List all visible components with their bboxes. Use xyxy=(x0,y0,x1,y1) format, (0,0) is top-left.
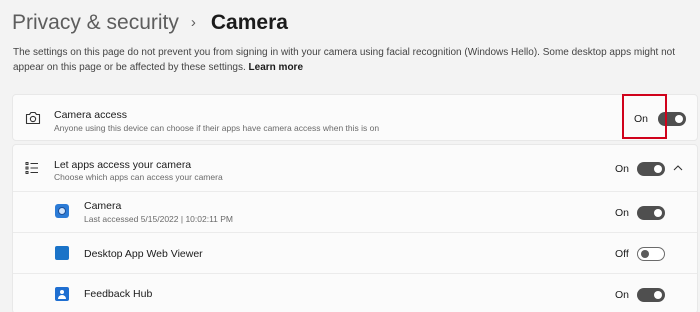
list-icon xyxy=(25,162,38,174)
feedback-hub-icon xyxy=(55,287,69,301)
camera-app-icon xyxy=(55,204,69,218)
breadcrumb: Privacy & security › Camera xyxy=(12,9,288,37)
let-apps-subtitle: Choose which apps can access your camera xyxy=(54,172,223,182)
apps-access-card: Let apps access your camera Choose which… xyxy=(12,144,698,312)
camera-access-card: Camera access Anyone using this device c… xyxy=(12,94,698,141)
camera-access-title: Camera access xyxy=(54,109,127,121)
app-last-accessed: Last accessed 5/15/2022 | 10:02:11 PM xyxy=(84,214,234,224)
learn-more-link[interactable]: Learn more xyxy=(249,62,303,73)
feedback-hub-toggle[interactable] xyxy=(637,288,665,302)
highlight-box xyxy=(622,94,667,139)
app-state: Off xyxy=(615,248,629,260)
let-apps-title: Let apps access your camera xyxy=(54,159,192,171)
description-text: The settings on this page do not prevent… xyxy=(13,47,676,73)
app-row-feedback-hub: Feedback Hub On xyxy=(13,274,697,312)
camera-app-toggle[interactable] xyxy=(637,206,665,220)
camera-access-subtitle: Anyone using this device can choose if t… xyxy=(54,123,380,133)
app-name: Desktop App Web Viewer xyxy=(84,248,203,260)
breadcrumb-separator: › xyxy=(190,14,196,31)
app-row-camera: Camera Last accessed 5/15/2022 | 10:02:1… xyxy=(13,192,697,232)
app-name: Camera xyxy=(84,200,122,212)
let-apps-state: On xyxy=(615,163,630,175)
let-apps-header[interactable]: Let apps access your camera Choose which… xyxy=(13,145,697,191)
app-row-web-viewer: Desktop App Web Viewer Off xyxy=(13,233,697,273)
app-state: On xyxy=(615,289,630,301)
page-title: Camera xyxy=(210,11,288,34)
camera-icon xyxy=(25,111,41,125)
let-apps-toggle[interactable] xyxy=(637,162,665,176)
page-description: The settings on this page do not prevent… xyxy=(13,45,693,75)
breadcrumb-parent[interactable]: Privacy & security xyxy=(12,9,179,37)
chevron-up-icon[interactable] xyxy=(673,165,683,171)
web-viewer-toggle[interactable] xyxy=(637,247,665,261)
app-name: Feedback Hub xyxy=(84,288,153,300)
web-viewer-icon xyxy=(55,246,69,260)
app-state: On xyxy=(615,207,630,219)
